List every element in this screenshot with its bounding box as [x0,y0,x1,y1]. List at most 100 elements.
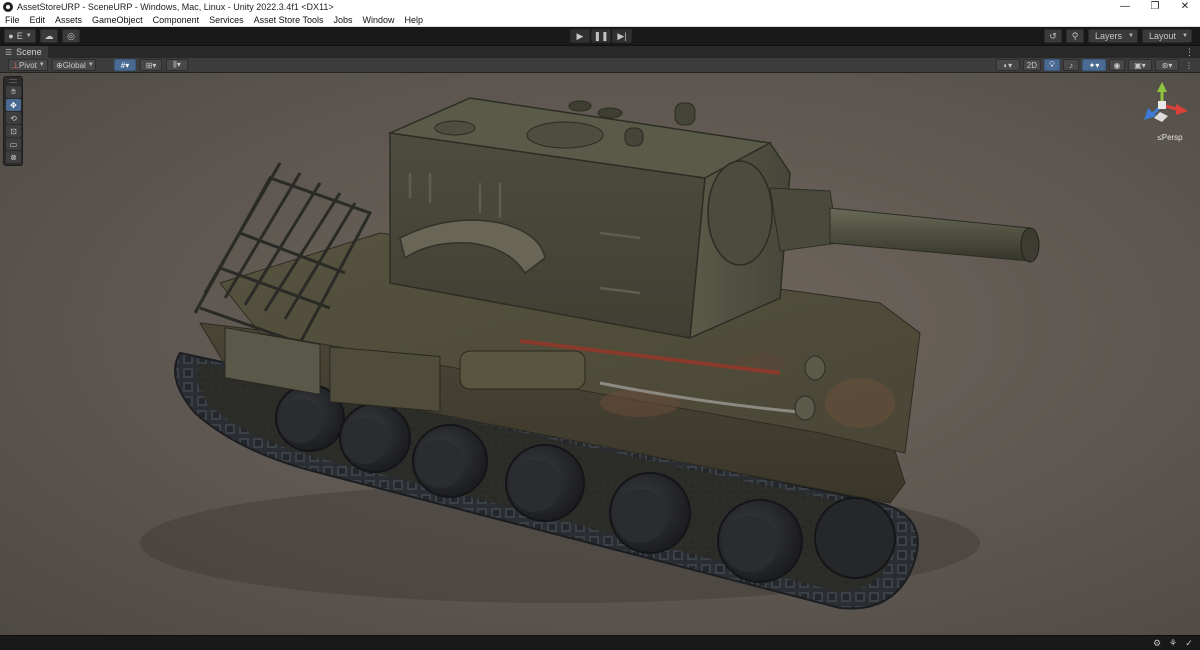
pivot-dropdown[interactable]: ⊥ Pivot ▼ [8,59,48,71]
gizmo-x-cone[interactable] [1176,104,1188,115]
menu-gameobject[interactable]: GameObject [87,15,148,25]
chevron-down-icon: ▼ [1182,33,1188,39]
palette-grip[interactable] [9,79,17,83]
scene-tabbar: ☰ Scene ⋮ [0,45,1200,59]
lightbulb-icon: 💡︎ [1049,60,1055,69]
status-bar: ⚙ ⚘ ✓ [0,635,1200,650]
close-button[interactable]: ✕ [1170,0,1200,14]
snap-icon: ⊞▾ [145,60,157,70]
kebab-menu-icon: ⋮ [1185,60,1193,70]
collab-button[interactable]: ◎ [62,29,80,43]
search-button[interactable]: ⚲ [1066,29,1084,43]
account-label: E [16,31,23,41]
chevron-down-icon: ▼ [1128,33,1134,39]
scene-tool-palette: ✋︎ ✥ ⟲ ⊡ ▭ ⊗ [3,76,23,166]
menu-help[interactable]: Help [400,15,429,25]
cloud-icon: ☁ [44,30,54,41]
eye-slash-icon: ◉ [1113,60,1121,70]
audio-icon: ♪ [1069,60,1073,70]
layers-label: Layers [1095,31,1123,41]
shading-mode-icon: ◐▾ [1003,60,1013,70]
mode-2d-label: 2D [1026,60,1037,70]
rect-icon: ▭ [9,139,18,149]
gun-barrel [829,207,1031,262]
scene-render [140,97,1040,610]
gizmo-y-cone[interactable] [1157,82,1167,92]
pivot-label: Pivot [18,60,37,70]
gun-collar [769,187,839,252]
pause-icon: ❚❚ [593,30,609,41]
rotate-tool-button[interactable]: ⟲ [6,112,21,124]
settings-icon[interactable]: ⚘ [1168,638,1178,648]
muzzle [1020,227,1040,263]
scale-tool-button[interactable]: ⊡ [6,125,21,137]
history-icon: ↺ [1049,30,1057,41]
tab-scene-label: Scene [16,47,42,57]
fuel-tank [459,350,586,390]
bug-icon[interactable]: ⚙ [1152,638,1162,648]
increment-snap-button[interactable]: ⊞▾ [140,59,162,71]
mode-2d-button[interactable]: 2D [1022,59,1041,71]
menu-services[interactable]: Services [204,15,249,25]
hand-icon: ✋︎ [11,87,16,96]
gizmo-center-cube[interactable] [1158,101,1166,109]
gizmo-icon: ⊛▾ [1161,60,1173,70]
menu-component[interactable]: Component [148,15,205,25]
chevron-down-icon: ▼ [38,62,45,68]
menu-window[interactable]: Window [358,15,400,25]
menu-asset-store-tools[interactable]: Asset Store Tools [249,15,329,25]
step-button[interactable]: ▶| [612,29,632,43]
tab-scene[interactable]: ☰ Scene [0,45,48,59]
menu-jobs[interactable]: Jobs [329,15,358,25]
account-dropdown[interactable]: ● E ▼ [4,29,36,43]
chevron-down-icon: ▼ [25,33,32,39]
play-icon: ▶ [576,30,584,41]
hand-tool-button[interactable]: ✋︎ [6,86,21,98]
restore-button[interactable]: ❐ [1140,0,1170,14]
pause-button[interactable]: ❚❚ [591,29,611,43]
gizmo-neg-cone[interactable] [1154,112,1168,122]
history-button[interactable]: ↺ [1044,29,1062,43]
main-toolbar: ● E ▼ ☁ ◎ ▶ ❚❚ ▶| ↺ ⚲ Layers ▼ Layout ▼ [0,27,1200,45]
minimize-button[interactable]: — [1110,0,1140,14]
transform-tool-button[interactable]: ⊗ [6,151,21,163]
play-button[interactable]: ▶ [570,29,590,43]
scene-viewport[interactable] [0,73,1200,635]
move-tool-button[interactable]: ✥ [6,99,21,111]
menu-assets[interactable]: Assets [50,15,87,25]
lighting-toggle[interactable]: 💡︎ [1044,59,1060,71]
unity-logo-icon [3,2,13,12]
visibility-toggle[interactable]: ◉ [1109,59,1125,71]
projection-label[interactable]: ≤Persp [1150,133,1190,142]
globe-icon: ⊕ [56,60,63,70]
global-dropdown[interactable]: ⊕ Global ▼ [52,59,96,71]
gizmos-dropdown[interactable]: ⊛▾ [1155,59,1179,71]
scene-options-menu[interactable]: ⋮ [1182,59,1196,71]
tool-box [329,346,441,413]
check-icon[interactable]: ✓ [1184,638,1194,648]
menu-file[interactable]: File [0,15,25,25]
vertex-snap-button[interactable]: ⫼▾ [166,59,188,71]
headlight [794,395,816,421]
audio-toggle[interactable]: ♪ [1063,59,1079,71]
layers-dropdown[interactable]: Layers ▼ [1088,29,1138,43]
window-controls: — ❐ ✕ [1110,0,1200,14]
draw-mode-dropdown[interactable]: ◐▾ [995,59,1020,71]
transform-icon: ⊗ [10,152,17,162]
cloud-button[interactable]: ☁ [40,29,58,43]
gun-mantlet [707,160,773,266]
grid-snap-button[interactable]: #▾ [114,59,136,71]
rect-tool-button[interactable]: ▭ [6,138,21,150]
window-title: AssetStoreURP - SceneURP - Windows, Mac,… [17,2,334,12]
menu-edit[interactable]: Edit [25,15,51,25]
grid-icon: #▾ [120,60,130,70]
headlight [804,355,826,381]
window-titlebar: AssetStoreURP - SceneURP - Windows, Mac,… [0,0,1200,14]
pivot-icon: ⊥ [12,60,19,70]
camera-dropdown[interactable]: ▣▾ [1128,59,1152,71]
layout-dropdown[interactable]: Layout ▼ [1142,29,1192,43]
menu-bar: File Edit Assets GameObject Component Se… [0,14,1200,27]
move-icon: ✥ [10,100,17,110]
effects-dropdown[interactable]: ✦▾ [1082,59,1106,71]
collab-icon: ◎ [67,30,75,41]
